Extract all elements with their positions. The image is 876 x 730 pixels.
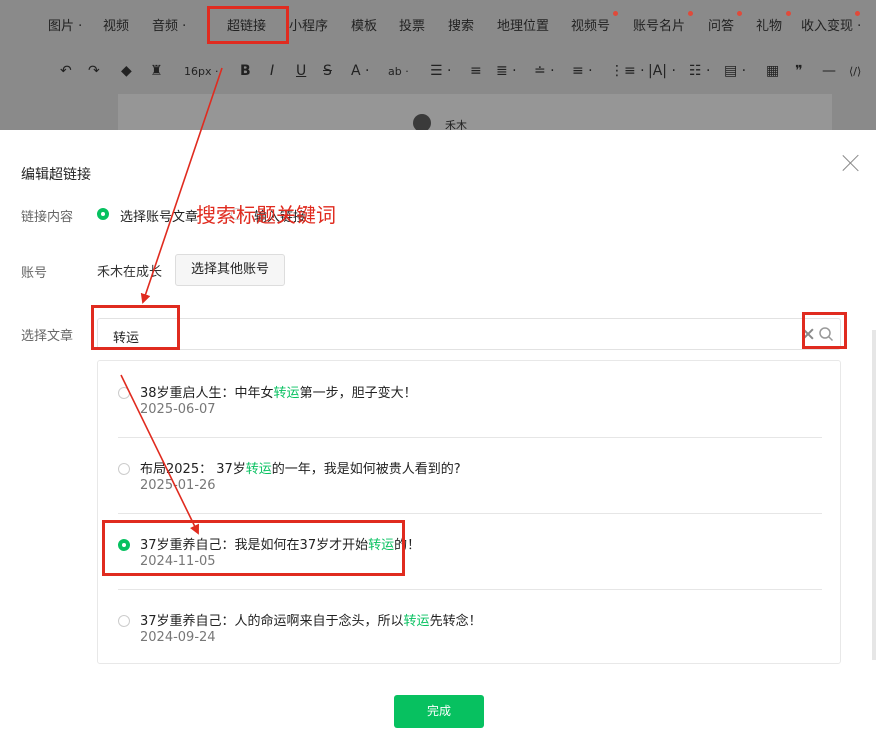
editor-backdrop: 图片 · 视频 音频 · 超链接 小程序 模板 投票 搜索 地理位置 视频号 账… (0, 0, 876, 130)
radio-article[interactable] (118, 463, 130, 475)
menu-item-image[interactable]: 图片 · (48, 15, 82, 34)
quote-icon[interactable]: ❞ (795, 63, 803, 79)
clear-format-icon[interactable]: ♜ (150, 63, 163, 79)
italic-icon[interactable]: I (270, 63, 274, 79)
radio-select-article[interactable] (97, 208, 109, 220)
article-title: 布局2025： 37岁转运的一年，我是如何被贵人看到的? (140, 462, 461, 477)
article-date: 2024-09-24 (140, 630, 216, 645)
annotation-box-hyperlink (207, 6, 289, 44)
editor-content-area (118, 94, 832, 130)
select-article-label: 选择文章 (21, 329, 74, 344)
article-title: 38岁重启人生：中年女转运第一步，胆子变大！ (140, 386, 417, 401)
menu-item-template[interactable]: 模板 (351, 15, 377, 34)
strikethrough-icon[interactable]: S (323, 63, 332, 79)
new-dot-icon (613, 11, 618, 16)
format-toolbar: ↶ ↷ ◆ ♜ 16px · B I U S A · ab · ☰ · ≡ ≣ … (0, 48, 876, 94)
radio-article[interactable] (118, 615, 130, 627)
font-size-select[interactable]: 16px · (184, 65, 218, 78)
author-name: 禾木 (445, 119, 467, 130)
undo-icon[interactable]: ↶ (60, 63, 72, 79)
menu-item-search[interactable]: 搜索 (448, 15, 474, 34)
format-brush-icon[interactable]: ◆ (121, 63, 132, 79)
menu-item-audio[interactable]: 音频 · (152, 15, 186, 34)
edit-hyperlink-dialog: 编辑超链接 链接内容 选择账号文章 输入链接 账号 禾木在成长 选择其他账号 选… (0, 130, 876, 730)
new-dot-icon (737, 11, 742, 16)
underline-icon[interactable]: U (296, 63, 306, 79)
article-title: 37岁重养自己：人的命运啊来自于念头，所以转运先转念！ (140, 614, 482, 629)
menu-item-gift[interactable]: 礼物 (756, 15, 782, 34)
menu-item-account-card[interactable]: 账号名片 (633, 15, 685, 34)
article-result-list: 38岁重启人生：中年女转运第一步，胆子变大！ 2025-06-07 布局2025… (97, 360, 841, 664)
menu-item-qa[interactable]: 问答 (708, 15, 734, 34)
letter-spacing-icon[interactable]: |A| · (648, 63, 676, 79)
table-icon[interactable]: ▦ (766, 63, 779, 79)
code-icon[interactable]: ⟨/⟩ (849, 65, 861, 78)
annotation-text: 搜索标题关键词 (196, 203, 336, 227)
link-content-label: 链接内容 (21, 210, 74, 225)
dialog-title: 编辑超链接 (21, 167, 91, 183)
list-item[interactable]: 38岁重启人生：中年女转运第一步，胆子变大！ 2025-06-07 (98, 361, 840, 437)
avatar (413, 114, 431, 130)
insert-menu: 图片 · 视频 音频 · 超链接 小程序 模板 投票 搜索 地理位置 视频号 账… (0, 0, 876, 48)
new-dot-icon (786, 11, 791, 16)
select-other-account-button[interactable]: 选择其他账号 (175, 254, 285, 286)
menu-item-vote[interactable]: 投票 (399, 15, 425, 34)
align-icon[interactable]: ☰ · (430, 63, 451, 79)
scrollbar[interactable] (872, 330, 876, 660)
menu-item-monetize[interactable]: 收入变现 · (801, 15, 861, 34)
annotation-box-search-input (91, 305, 180, 350)
list-icon[interactable]: ☷ · (689, 63, 710, 79)
new-dot-icon (688, 11, 693, 16)
paragraph-indent-icon[interactable]: ⋮≡ · (610, 63, 645, 79)
account-name: 禾木在成长 (97, 265, 163, 280)
line-spacing-icon[interactable]: ≐ · (534, 63, 555, 79)
close-icon[interactable] (840, 152, 862, 174)
list-item[interactable]: 布局2025： 37岁转运的一年，我是如何被贵人看到的? 2025-01-26 (98, 437, 840, 513)
redo-icon[interactable]: ↷ (88, 63, 100, 79)
bold-icon[interactable]: B (240, 63, 251, 79)
menu-item-location[interactable]: 地理位置 (497, 15, 549, 34)
account-label: 账号 (21, 266, 48, 281)
option-select-article[interactable]: 选择账号文章 (120, 206, 198, 225)
indent-icon[interactable]: ≡ (470, 63, 482, 79)
indent-options-icon[interactable]: ≣ · (496, 63, 517, 79)
radio-article[interactable] (118, 387, 130, 399)
font-color-icon[interactable]: A · (351, 63, 369, 79)
annotation-box-selected-article (102, 520, 405, 576)
article-date: 2025-06-07 (140, 402, 216, 417)
article-date: 2025-01-26 (140, 478, 216, 493)
divider-icon[interactable]: — (822, 63, 836, 79)
paragraph-spacing-icon[interactable]: ≡ · (572, 63, 593, 79)
done-button[interactable]: 完成 (394, 695, 484, 728)
new-dot-icon (855, 11, 860, 16)
border-icon[interactable]: ▤ · (724, 63, 746, 79)
annotation-box-search-button (802, 312, 847, 349)
list-item[interactable]: 37岁重养自己：人的命运啊来自于念头，所以转运先转念！ 2024-09-24 (98, 589, 840, 665)
background-color-icon[interactable]: ab · (388, 65, 409, 78)
menu-item-miniprogram[interactable]: 小程序 (289, 15, 328, 34)
menu-item-channels[interactable]: 视频号 (571, 15, 610, 34)
article-search-input[interactable]: 转运 (97, 318, 841, 350)
menu-item-video[interactable]: 视频 (103, 15, 129, 34)
